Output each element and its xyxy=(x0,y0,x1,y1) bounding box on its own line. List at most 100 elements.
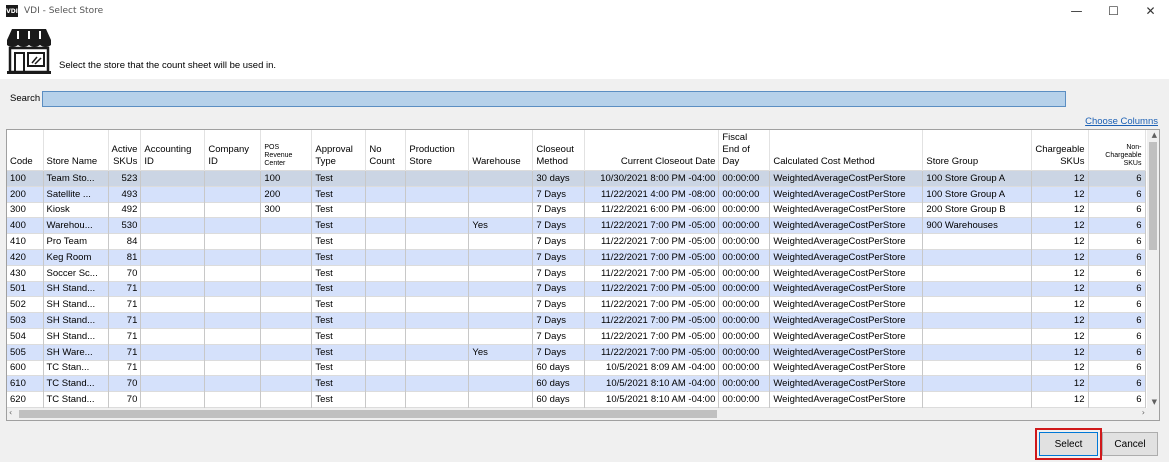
table-cell xyxy=(922,296,1033,313)
table-cell xyxy=(922,327,1033,345)
table-cell: 6 xyxy=(1088,391,1146,408)
window-title: VDI - Select Store xyxy=(24,6,104,16)
scroll-down-icon[interactable]: ▼ xyxy=(1152,398,1157,406)
table-row[interactable]: 300 Kiosk 492 300 Test 7 Days 11/22/2021 6:00 … xyxy=(7,201,1146,218)
table-row[interactable]: 610 TC Stand... 70 Test 60 days 10/5/2021 8:1… xyxy=(7,375,1146,392)
column-header[interactable]: Non-Chargeable SKUs xyxy=(1088,130,1146,171)
table-cell: 12 xyxy=(1031,248,1089,266)
table-cell: 00:00:00 xyxy=(718,359,771,376)
table-cell: 7 Days xyxy=(532,264,586,282)
minimize-icon[interactable]: — xyxy=(1058,0,1095,22)
table-cell xyxy=(468,312,534,329)
table-row[interactable]: 505 SH Ware... 71 Test Yes 7 Days 11/22/2021 7… xyxy=(7,343,1146,361)
column-header[interactable]: Accounting ID xyxy=(140,130,206,171)
table-cell: 11/22/2021 4:00 PM -08:00 xyxy=(584,185,720,203)
table-cell: 12 xyxy=(1031,280,1089,297)
table-cell: WeightedAverageCostPerStore xyxy=(769,248,924,266)
window-controls: — ☐ ✕ xyxy=(1058,0,1169,22)
column-header[interactable]: Company ID xyxy=(204,130,262,171)
table-cell: 493 xyxy=(108,185,142,203)
table-row[interactable]: 100 Team Sto... 523 100 Test 30 days 10/30/202… xyxy=(7,170,1146,187)
table-cell xyxy=(405,248,470,266)
table-cell xyxy=(204,233,262,250)
column-header[interactable]: Approval Type xyxy=(311,130,367,171)
select-button[interactable]: Select xyxy=(1035,428,1102,460)
vertical-scrollbar[interactable]: ▲ ▼ xyxy=(1147,130,1159,410)
table-cell: Team Sto... xyxy=(43,170,109,187)
table-cell: 7 Days xyxy=(532,248,586,266)
column-header[interactable]: Calculated Cost Method xyxy=(769,130,924,171)
table-cell: 12 xyxy=(1031,327,1089,345)
table-cell: 420 xyxy=(7,248,44,266)
table-cell xyxy=(405,327,470,345)
table-cell xyxy=(140,391,206,408)
table-cell xyxy=(922,264,1033,282)
store-grid[interactable]: Code Store Name Active SKUs Accounting I… xyxy=(6,129,1160,421)
table-cell: 00:00:00 xyxy=(718,170,771,187)
table-row[interactable]: 504 SH Stand... 71 Test 7 Days 11/22/2021 7:0… xyxy=(7,327,1146,345)
table-row[interactable]: 600 TC Stan... 71 Test 60 days 10/5/2021 8:09… xyxy=(7,359,1146,376)
table-cell xyxy=(204,280,262,297)
table-cell: 11/22/2021 7:00 PM -05:00 xyxy=(584,264,720,282)
table-cell: 6 xyxy=(1088,312,1146,329)
table-row[interactable]: 503 SH Stand... 71 Test 7 Days 11/22/2021 7:0… xyxy=(7,312,1146,329)
column-header[interactable]: Production Store xyxy=(405,130,470,171)
table-cell xyxy=(140,201,206,218)
choose-columns-link[interactable]: Choose Columns xyxy=(1085,116,1158,127)
table-row[interactable]: 430 Soccer Sc... 70 Test 7 Days 11/22/2021 7:… xyxy=(7,264,1146,282)
table-cell: 100 xyxy=(7,170,44,187)
table-cell: 6 xyxy=(1088,343,1146,361)
table-cell: 12 xyxy=(1031,170,1089,187)
table-row[interactable]: 501 SH Stand... 71 Test 7 Days 11/22/2021 7:0… xyxy=(7,280,1146,297)
table-cell: 7 Days xyxy=(532,327,586,345)
table-cell xyxy=(405,185,470,203)
dialog-header: Select the store that the count sheet wi… xyxy=(0,22,1169,79)
scroll-left-icon[interactable]: ‹ xyxy=(9,408,12,417)
scroll-up-icon[interactable]: ▲ xyxy=(1152,131,1157,139)
table-cell: Keg Room xyxy=(43,248,109,266)
table-cell: 71 xyxy=(108,359,142,376)
table-cell xyxy=(405,264,470,282)
table-row[interactable]: 410 Pro Team 84 Test 7 Days 11/22/2021 7:00 P… xyxy=(7,233,1146,250)
horizontal-scrollbar[interactable]: ‹ › xyxy=(7,408,1159,420)
column-header[interactable]: POS Revenue Center xyxy=(260,130,313,171)
table-cell: 12 xyxy=(1031,264,1089,282)
search-input[interactable] xyxy=(42,91,1066,107)
column-header[interactable]: Chargeable SKUs xyxy=(1031,130,1089,171)
table-cell: Test xyxy=(311,296,367,313)
close-icon[interactable]: ✕ xyxy=(1132,0,1169,22)
table-cell xyxy=(365,280,407,297)
table-cell: WeightedAverageCostPerStore xyxy=(769,343,924,361)
table-cell xyxy=(365,375,407,392)
table-cell: 7 Days xyxy=(532,185,586,203)
scroll-right-icon[interactable]: › xyxy=(1142,408,1145,417)
table-cell: 6 xyxy=(1088,264,1146,282)
table-row[interactable]: 200 Satellite ... 493 200 Test 7 Days 11/22/20… xyxy=(7,185,1146,203)
table-cell: Test xyxy=(311,327,367,345)
table-cell xyxy=(140,312,206,329)
column-header[interactable]: Warehouse xyxy=(468,130,534,171)
column-header[interactable]: Active SKUs xyxy=(108,130,142,171)
table-row[interactable]: 400 Warehou... 530 Test Yes 7 Days 11/22/2021 … xyxy=(7,217,1146,234)
column-header[interactable]: Fiscal End of Day xyxy=(718,130,771,171)
column-header[interactable]: Store Group xyxy=(922,130,1033,171)
maximize-icon[interactable]: ☐ xyxy=(1095,0,1132,22)
cancel-button[interactable]: Cancel xyxy=(1102,432,1158,456)
horizontal-scroll-thumb[interactable] xyxy=(19,410,717,418)
table-cell: 12 xyxy=(1031,312,1089,329)
table-cell: WeightedAverageCostPerStore xyxy=(769,375,924,392)
vertical-scroll-thumb[interactable] xyxy=(1149,142,1157,250)
column-header[interactable]: Current Closeout Date xyxy=(584,130,720,171)
column-header[interactable]: Code xyxy=(7,130,44,171)
table-row[interactable]: 620 TC Stand... 70 Test 60 days 10/5/2021 8:1… xyxy=(7,391,1146,408)
table-cell: 11/22/2021 7:00 PM -05:00 xyxy=(584,233,720,250)
table-cell xyxy=(405,170,470,187)
table-row[interactable]: 502 SH Stand... 71 Test 7 Days 11/22/2021 7:0… xyxy=(7,296,1146,313)
search-label: Search xyxy=(10,93,41,104)
table-row[interactable]: 420 Keg Room 81 Test 7 Days 11/22/2021 7:00 P… xyxy=(7,248,1146,266)
table-cell xyxy=(140,217,206,234)
table-cell: 00:00:00 xyxy=(718,280,771,297)
column-header[interactable]: Store Name xyxy=(43,130,109,171)
column-header[interactable]: No Count xyxy=(365,130,407,171)
column-header[interactable]: Closeout Method xyxy=(532,130,586,171)
